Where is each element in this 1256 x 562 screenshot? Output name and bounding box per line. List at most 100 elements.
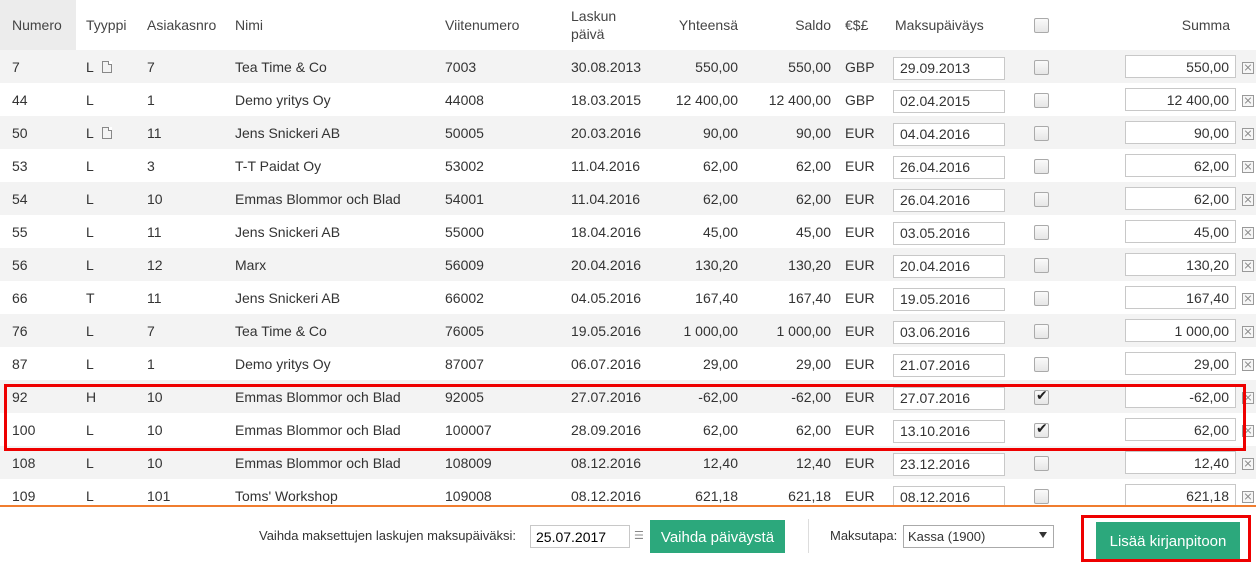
payment-date-input[interactable] (893, 320, 1005, 344)
table-row[interactable]: 44 L 1 Demo yritys Oy 44008 18.03.2015 12 400,… (0, 83, 1256, 116)
table-row[interactable]: 54 L 10 Emmas Blommor och Blad 54001 11.04.20… (0, 182, 1256, 215)
remove-icon[interactable] (1242, 127, 1254, 140)
remove-icon[interactable] (1242, 292, 1254, 305)
payment-date-input[interactable] (893, 386, 1005, 410)
amount-input[interactable] (1125, 385, 1236, 408)
cell-maksupaiva (889, 281, 1029, 314)
table-row[interactable]: 7 L 7 Tea Time & Co 7003 30.08.2013 550,00 550,… (0, 50, 1256, 83)
payment-date-input[interactable] (893, 56, 1005, 80)
amount-input[interactable] (1125, 55, 1236, 78)
col-header-tyyppi[interactable]: Tyyppi (76, 0, 137, 50)
remove-icon[interactable] (1242, 259, 1254, 272)
remove-icon[interactable] (1242, 94, 1254, 107)
cell-yhteensa: 12,40 (659, 446, 746, 479)
row-checkbox[interactable] (1034, 290, 1049, 306)
cell-laskun-paiva: 20.04.2016 (571, 248, 659, 281)
col-header-laskun-paiva[interactable]: Laskun päivä (571, 0, 659, 50)
amount-input[interactable] (1125, 121, 1236, 144)
amount-input[interactable] (1125, 88, 1236, 111)
amount-input[interactable] (1125, 352, 1236, 375)
remove-icon[interactable] (1242, 160, 1254, 173)
remove-icon[interactable] (1242, 193, 1254, 206)
amount-input[interactable] (1125, 253, 1236, 276)
row-checkbox[interactable] (1034, 224, 1049, 240)
amount-input[interactable] (1125, 220, 1236, 243)
amount-input[interactable] (1125, 451, 1236, 474)
col-header-valuutta[interactable]: €$£ (839, 0, 889, 50)
cell-nimi: Emmas Blommor och Blad (225, 182, 435, 215)
remove-icon[interactable] (1242, 391, 1254, 404)
cell-viitenumero: 53002 (435, 149, 571, 182)
payment-date-input[interactable] (893, 221, 1005, 245)
col-header-yhteensa[interactable]: Yhteensä (659, 0, 746, 50)
row-checkbox[interactable] (1034, 356, 1049, 372)
cell-asiakasnro: 10 (137, 413, 225, 446)
table-row[interactable]: 53 L 3 T-T Paidat Oy 53002 11.04.2016 62,00 62,… (0, 149, 1256, 182)
payment-date-input[interactable] (893, 254, 1005, 278)
amount-input[interactable] (1125, 154, 1236, 177)
add-to-bookkeeping-button[interactable]: Lisää kirjanpitoon (1096, 522, 1240, 559)
cell-numero: 87 (0, 347, 76, 380)
payment-method-select[interactable]: Kassa (1900) (903, 525, 1054, 548)
payment-date-input[interactable] (893, 452, 1005, 476)
row-checkbox[interactable] (1034, 59, 1049, 75)
col-header-saldo[interactable]: Saldo (746, 0, 839, 50)
remove-icon[interactable] (1242, 61, 1254, 74)
col-header-asiakasnro[interactable]: Asiakasnro (137, 0, 225, 50)
payment-date-input[interactable] (893, 89, 1005, 113)
payment-date-input[interactable] (893, 353, 1005, 377)
row-checkbox[interactable] (1034, 421, 1049, 438)
col-header-summa[interactable]: Summa (1074, 0, 1242, 50)
table-row[interactable]: 87 L 1 Demo yritys Oy 87007 06.07.2016 29,00 29… (0, 347, 1256, 380)
remove-icon[interactable] (1242, 325, 1254, 338)
col-header-maksupaivays[interactable]: Maksupäiväys (889, 0, 1029, 50)
remove-icon[interactable] (1242, 424, 1254, 437)
remove-icon[interactable] (1242, 358, 1254, 371)
row-checkbox[interactable] (1034, 125, 1049, 141)
document-icon[interactable] (101, 126, 112, 139)
amount-input[interactable] (1125, 418, 1236, 441)
row-checkbox[interactable] (1034, 488, 1049, 504)
document-icon[interactable] (101, 60, 112, 73)
cell-saldo: 62,00 (746, 149, 839, 182)
remove-icon[interactable] (1242, 226, 1254, 239)
remove-icon[interactable] (1242, 490, 1254, 503)
table-row[interactable]: 55 L 11 Jens Snickeri AB 55000 18.04.2016 45,0… (0, 215, 1256, 248)
col-header-numero[interactable]: Numero (0, 0, 76, 50)
table-row[interactable]: 92 H 10 Emmas Blommor och Blad 92005 27.07.20… (0, 380, 1256, 413)
payment-date-input[interactable] (893, 155, 1005, 179)
table-row[interactable]: 100 L 10 Emmas Blommor och Blad 100007 28.09.… (0, 413, 1256, 446)
remove-icon[interactable] (1242, 457, 1254, 470)
payment-date-input[interactable] (893, 419, 1005, 443)
table-row[interactable]: 50 L 11 Jens Snickeri AB 50005 20.03.2016 90,0… (0, 116, 1256, 149)
col-header-viitenumero[interactable]: Viitenumero (435, 0, 571, 50)
change-date-button[interactable]: Vaihda päiväystä (650, 520, 785, 553)
row-checkbox[interactable] (1034, 455, 1049, 471)
select-all-checkbox[interactable] (1034, 18, 1049, 34)
row-checkbox[interactable] (1034, 191, 1049, 207)
payment-date-input[interactable] (893, 287, 1005, 311)
row-checkbox[interactable] (1034, 323, 1049, 339)
row-checkbox[interactable] (1034, 158, 1049, 174)
row-checkbox[interactable] (1034, 388, 1049, 405)
amount-input[interactable] (1125, 187, 1236, 210)
calendar-icon[interactable]: ☰ (634, 529, 644, 542)
table-row[interactable]: 56 L 12 Marx 56009 20.04.2016 130,20 130,20 EUR (0, 248, 1256, 281)
table-row[interactable]: 66 T 11 Jens Snickeri AB 66002 04.05.2016 167,… (0, 281, 1256, 314)
row-checkbox[interactable] (1034, 92, 1049, 108)
cell-select (1029, 149, 1074, 182)
amount-input[interactable] (1125, 319, 1236, 342)
cell-saldo: 90,00 (746, 116, 839, 149)
col-header-nimi[interactable]: Nimi (225, 0, 435, 50)
cell-select (1029, 50, 1074, 83)
payment-date-input[interactable] (893, 122, 1005, 146)
amount-input[interactable] (1125, 286, 1236, 309)
amount-input[interactable] (1125, 484, 1236, 507)
row-checkbox[interactable] (1034, 257, 1049, 273)
table-row[interactable]: 76 L 7 Tea Time & Co 76005 19.05.2016 1 000,00… (0, 314, 1256, 347)
table-row[interactable]: 108 L 10 Emmas Blommor och Blad 108009 08.12.… (0, 446, 1256, 479)
change-date-input[interactable] (530, 525, 630, 548)
col-header-select-all[interactable] (1029, 0, 1074, 50)
cell-valuutta: GBP (839, 83, 889, 116)
payment-date-input[interactable] (893, 188, 1005, 212)
